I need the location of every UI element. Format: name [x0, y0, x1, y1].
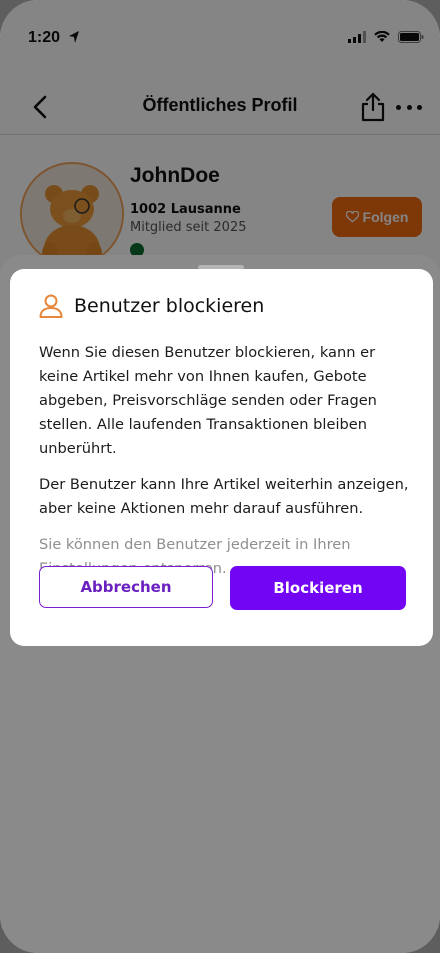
cancel-button[interactable]: Abbrechen [39, 566, 213, 608]
phone-frame: 1:20 Öffentliches Profil JohnDoe 1002 La… [0, 0, 440, 953]
block-button[interactable]: Blockieren [230, 566, 406, 610]
dialog-paragraph: Wenn Sie diesen Benutzer blockieren, kan… [39, 344, 377, 457]
dialog-paragraph: Der Benutzer kann Ihre Artikel weiterhin… [39, 476, 409, 517]
dialog-header: Benutzer blockieren [38, 293, 264, 319]
block-user-dialog: Benutzer blockieren Wenn Sie diesen Benu… [10, 269, 433, 646]
user-icon [39, 294, 63, 318]
dialog-body: Wenn Sie diesen Benutzer blockieren, kan… [39, 341, 414, 593]
dialog-title: Benutzer blockieren [74, 295, 265, 317]
